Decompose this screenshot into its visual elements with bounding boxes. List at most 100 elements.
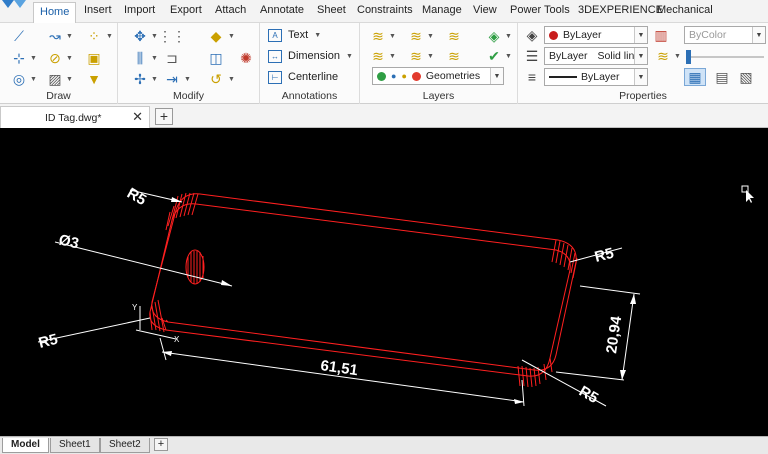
polyline-icon[interactable]: ↝	[45, 27, 65, 45]
tab-power-tools[interactable]: Power Tools	[510, 4, 570, 16]
arc-icon[interactable]: ⊘	[45, 49, 65, 67]
layer-isolate-icon[interactable]: ◈	[484, 27, 504, 45]
layer-off-dropdown-icon[interactable]: ▼	[389, 53, 396, 60]
layer-select-chevron-down-icon[interactable]: ▼	[490, 68, 503, 84]
list-icon[interactable]: ▤	[712, 68, 732, 86]
drawing-canvas[interactable]: Y X R5 Ø3 R5 R5 R5 61,51 20,94	[0, 128, 768, 436]
transparency-slider-thumb[interactable]	[686, 50, 691, 64]
tab-sheet[interactable]: Sheet	[317, 4, 346, 16]
color-select[interactable]: ByLayer ▼	[544, 26, 648, 44]
layer-color-swatch	[411, 71, 421, 81]
tab-import[interactable]: Import	[124, 4, 155, 16]
add-sheet-button[interactable]: +	[154, 438, 168, 451]
tab-view[interactable]: View	[473, 4, 497, 16]
plot-style-select[interactable]: ByColor ▼	[684, 26, 766, 44]
fillet-icon[interactable]: ⊐	[162, 49, 182, 67]
text-button[interactable]: A Text ▼	[268, 26, 321, 44]
dim-width: 20,94	[603, 314, 625, 354]
tab-home[interactable]: Home	[33, 2, 77, 24]
close-icon[interactable]: ✕	[132, 109, 143, 125]
layer-make-current-icon[interactable]: ✔	[484, 47, 504, 65]
transparency-slider-track[interactable]	[686, 56, 764, 58]
match-dropdown-icon[interactable]: ▼	[228, 76, 235, 83]
layer-state-dropdown-icon[interactable]: ▼	[427, 33, 434, 40]
dimension-button[interactable]: ↔ Dimension ▼	[268, 47, 353, 65]
match-properties-icon[interactable]: ↺	[206, 70, 226, 88]
arc-dropdown-icon[interactable]: ▼	[66, 55, 73, 62]
rectangle-icon[interactable]: ▣	[84, 49, 104, 67]
circle-icon[interactable]: ⊹	[9, 49, 29, 67]
erase-dropdown-icon[interactable]: ▼	[228, 33, 235, 40]
move-dropdown-icon[interactable]: ▼	[151, 33, 158, 40]
leader-hole	[54, 241, 233, 287]
erase-icon[interactable]: ◆	[206, 27, 226, 45]
ellipse-icon[interactable]: ◎	[9, 70, 29, 88]
settings-gear-icon[interactable]: ✺	[236, 49, 256, 67]
layer-freeze-icon[interactable]: ≋	[444, 27, 464, 45]
layer-state-icon[interactable]: ≋	[406, 27, 426, 45]
layer-walk-dropdown-icon[interactable]: ▼	[674, 53, 681, 60]
color-select-chevron-down-icon[interactable]: ▼	[634, 27, 647, 43]
quick-properties-icon[interactable]: ▦	[684, 68, 706, 86]
layer-match-icon[interactable]: ≋	[444, 47, 464, 65]
lineweight-icon[interactable]: ≡	[522, 68, 542, 86]
properties-palette-icon[interactable]: ▧	[736, 68, 756, 86]
layer-lock-dropdown-icon[interactable]: ▼	[427, 53, 434, 60]
stretch-icon[interactable]: ⇥	[162, 70, 182, 88]
layer-walk-icon[interactable]: ≋	[653, 47, 673, 65]
plot-style-chevron-down-icon[interactable]: ▼	[752, 27, 765, 43]
sheet-tab-model[interactable]: Model	[2, 438, 49, 453]
tab-insert[interactable]: Insert	[84, 4, 112, 16]
dimension-button-label: Dimension	[288, 50, 340, 62]
new-document-tab-button[interactable]: +	[155, 108, 173, 125]
layer-select[interactable]: ● ● Geometries ▼	[372, 67, 504, 85]
paint-bucket-icon[interactable]: ◈	[522, 26, 542, 44]
hatch-dropdown-icon[interactable]: ▼	[66, 76, 73, 83]
trim-dropdown-icon[interactable]: ▼	[151, 55, 158, 62]
hatch-icon[interactable]: ▨	[45, 70, 65, 88]
lineweight-chevron-down-icon[interactable]: ▼	[634, 69, 647, 85]
tab-3dexperience[interactable]: 3DEXPERIENCE	[578, 4, 663, 16]
linetype-chevron-down-icon[interactable]: ▼	[634, 48, 647, 64]
sheet-tab-sheet2[interactable]: Sheet2	[100, 438, 150, 453]
document-tab[interactable]: ID Tag.dwg* ✕	[0, 106, 150, 128]
tab-attach[interactable]: Attach	[215, 4, 246, 16]
tab-export[interactable]: Export	[170, 4, 202, 16]
layer-off-icon[interactable]: ≋	[368, 47, 388, 65]
linetype-layer-value: ByLayer	[549, 50, 588, 62]
color-value: ByLayer	[563, 29, 602, 41]
layer-lock-icon[interactable]: ≋	[406, 47, 426, 65]
layer-properties-icon[interactable]: ≋	[368, 27, 388, 45]
text-dropdown-icon[interactable]: ▼	[314, 32, 321, 39]
polyline-dropdown-icon[interactable]: ▼	[66, 33, 73, 40]
layer-isolate-dropdown-icon[interactable]: ▼	[505, 33, 512, 40]
explode-icon[interactable]: ◫	[206, 49, 226, 67]
tab-annotate[interactable]: Annotate	[260, 4, 304, 16]
linetype-select[interactable]: ByLayer Solid line ▼	[544, 47, 648, 65]
region-icon[interactable]: ▼	[84, 70, 104, 88]
dimension-dropdown-icon[interactable]: ▼	[346, 53, 353, 60]
sheet-tab-sheet1[interactable]: Sheet1	[50, 438, 100, 453]
circle-dropdown-icon[interactable]: ▼	[30, 55, 37, 62]
tab-constraints[interactable]: Constraints	[357, 4, 413, 16]
transparency-icon[interactable]: ▥	[651, 26, 671, 44]
line-icon[interactable]: ⟋	[9, 27, 29, 45]
array-icon[interactable]: ⋮⋮	[158, 27, 186, 45]
centerline-button[interactable]: ⊢ Centerline	[268, 68, 338, 86]
point-dropdown-icon[interactable]: ▼	[106, 33, 113, 40]
linetype-icon[interactable]: ☰	[522, 47, 542, 65]
point-icon[interactable]: ⁘	[84, 27, 104, 45]
stretch-dropdown-icon[interactable]: ▼	[184, 76, 191, 83]
tab-manage[interactable]: Manage	[422, 4, 462, 16]
ellipse-dropdown-icon[interactable]: ▼	[30, 76, 37, 83]
dim-length: 61,51	[319, 357, 359, 379]
move-icon[interactable]: ✥	[130, 27, 150, 45]
trim-icon[interactable]: ⫼	[130, 49, 150, 67]
copy-icon[interactable]: ✢	[130, 70, 150, 88]
app-logo-icon[interactable]	[0, 0, 28, 22]
copy-dropdown-icon[interactable]: ▼	[151, 76, 158, 83]
layer-current-dropdown-icon[interactable]: ▼	[505, 53, 512, 60]
layer-properties-dropdown-icon[interactable]: ▼	[389, 33, 396, 40]
tab-mechanical[interactable]: Mechanical	[657, 4, 713, 16]
lineweight-select[interactable]: ByLayer ▼	[544, 68, 648, 86]
